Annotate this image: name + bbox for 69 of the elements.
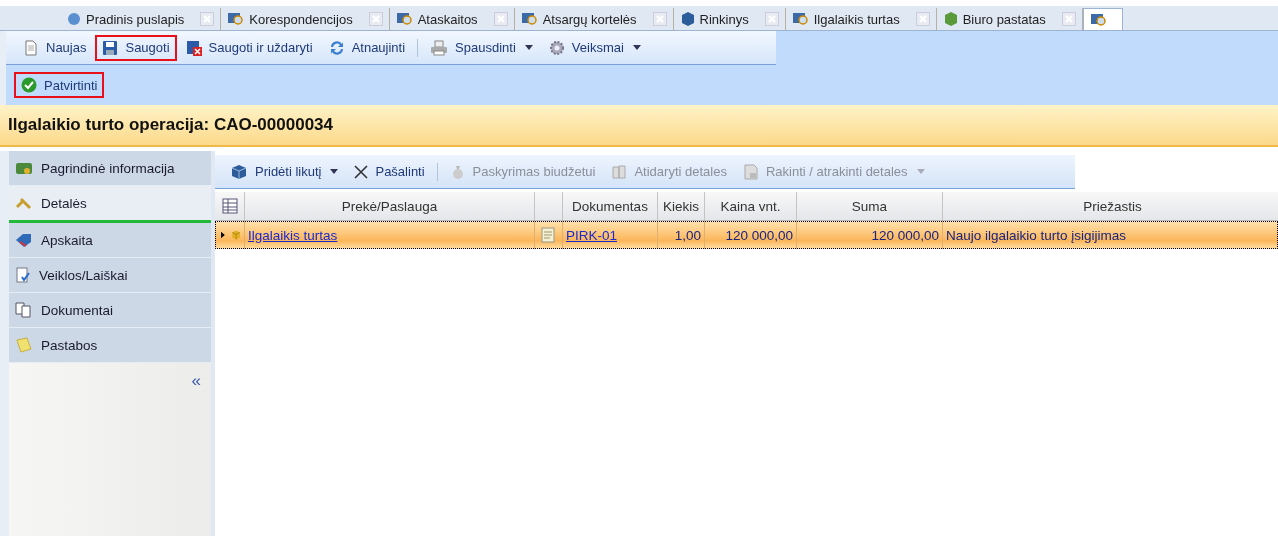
tab[interactable]: Rinkinys	[673, 8, 786, 30]
close-icon[interactable]	[368, 12, 383, 26]
column-header[interactable]: Dokumentas	[563, 192, 658, 220]
caret-icon	[916, 169, 925, 174]
table-cell: Naujo ilgalaikio turto įsigijimas	[946, 227, 1127, 243]
note-icon	[15, 337, 33, 353]
cube-icon	[942, 11, 959, 27]
box-icon	[230, 163, 248, 180]
nav-item[interactable]: Apskaita	[9, 223, 211, 258]
table-cell: 120 000,00	[725, 227, 793, 243]
table-link[interactable]: PIRK-01	[566, 227, 618, 243]
form-title: Ilgalaikio turto operacija: CAO-00000034	[8, 115, 333, 135]
tab[interactable]	[1082, 8, 1123, 30]
tab[interactable]: Ilgalaikis turtas	[785, 8, 937, 30]
cube-icon	[679, 11, 696, 27]
gear-icon	[548, 39, 565, 56]
toolbar-button[interactable]: Patvirtinti	[14, 72, 105, 98]
nav-item[interactable]: Detalės	[9, 186, 211, 223]
toolbar-button[interactable]: Veiksmai	[541, 34, 648, 61]
money-box-icon	[15, 160, 33, 176]
table-cell: 120 000,00	[871, 227, 939, 243]
table-row[interactable]: Ilgalaikis turtas PIRK-01 1,00 120 000,00 120 000,00 Naujo ilgalaikio turto įsigijimas	[215, 221, 1278, 249]
column-header[interactable]: Priežastis	[943, 192, 1278, 220]
toolbar-button[interactable]: Saugoti ir uždaryti	[178, 34, 320, 61]
nav-item[interactable]: Dokumentai	[9, 293, 211, 328]
tab[interactable]: Pradinis puslapis	[60, 8, 222, 30]
toolbar-button[interactable]: Pašalinti	[347, 158, 432, 185]
close-icon[interactable]	[915, 12, 930, 26]
pages-icon	[611, 163, 628, 180]
floppy-close-icon	[185, 39, 202, 56]
tag-icon	[15, 232, 33, 248]
tab[interactable]: Atsargų kortelės	[514, 8, 674, 30]
toolbar-button[interactable]: Naujas	[16, 34, 94, 61]
close-icon[interactable]	[1061, 12, 1076, 26]
toolbar-button[interactable]: Pridėti likutį	[223, 158, 346, 185]
delete-icon	[354, 164, 369, 179]
tab[interactable]: Ataskaitos	[389, 8, 515, 30]
column-header[interactable]: Prekė/Paslauga	[245, 192, 535, 220]
column-header[interactable]: Kaina vnt.	[705, 192, 797, 220]
locked-document-icon	[742, 163, 759, 180]
row-pointer-icon	[221, 230, 225, 240]
toolbar-button[interactable]: Saugoti	[95, 34, 177, 61]
check-icon	[21, 77, 37, 93]
close-icon[interactable]	[652, 12, 667, 26]
column-header[interactable]: Kiekis	[658, 192, 705, 220]
printer-icon	[430, 39, 449, 56]
table-cell: 1,00	[674, 227, 701, 243]
caret-icon[interactable]	[524, 45, 533, 50]
document-icon	[23, 39, 39, 56]
nav-item[interactable]: Veiklos/Laiškai	[9, 258, 211, 293]
document-icon	[541, 227, 555, 243]
table-link[interactable]: Ilgalaikis turtas	[248, 227, 338, 243]
documents-icon	[15, 302, 33, 318]
close-icon[interactable]	[764, 12, 779, 26]
nav-item[interactable]: Pastabos	[9, 328, 211, 363]
toolbar-button[interactable]: Atnaujinti	[321, 34, 413, 61]
close-icon[interactable]	[200, 12, 215, 26]
refresh-icon	[328, 39, 345, 56]
collapse-button[interactable]: «	[191, 371, 201, 391]
column-header[interactable]: Suma	[797, 192, 943, 220]
tab[interactable]: Biuro pastatas	[936, 8, 1083, 30]
task-icon	[15, 267, 31, 283]
close-icon[interactable]	[493, 12, 508, 26]
nav-item[interactable]: Pagrindinė informacija	[9, 151, 211, 186]
caret-icon[interactable]	[632, 45, 641, 50]
tab[interactable]: Korespondencijos	[221, 8, 390, 30]
caret-icon[interactable]	[330, 169, 339, 174]
toolbar-button[interactable]: Spausdinti	[423, 34, 540, 61]
table-icon	[221, 198, 238, 214]
